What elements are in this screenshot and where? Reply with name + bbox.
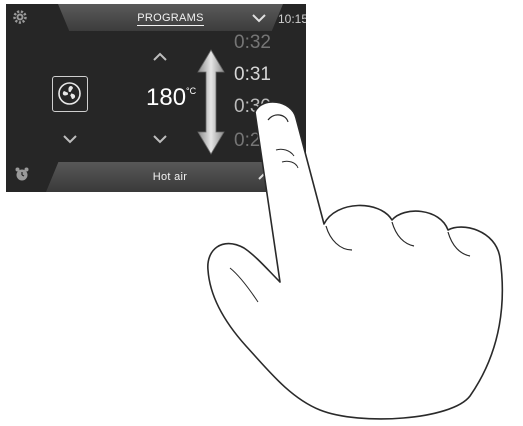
chevron-up-icon[interactable] — [258, 171, 272, 181]
temperature-value: 180 — [146, 84, 187, 111]
program-name: Hot air — [152, 171, 188, 183]
gear-icon[interactable] — [11, 8, 29, 26]
fan-mode-button[interactable] — [52, 76, 88, 112]
chevron-down-icon[interactable] — [252, 13, 266, 23]
oven-display: PROGRAMS 10:15 180°C 0:32 0:31 0:30 0:29… — [6, 4, 306, 192]
program-selector-tab[interactable]: Hot air — [46, 162, 294, 192]
timer-value-next-2: 0:29 — [234, 130, 271, 151]
double-arrow-icon — [197, 49, 225, 155]
timer-value-next: 0:30 — [234, 96, 271, 117]
timer-value: 0:31 — [234, 64, 271, 85]
timer-value-prev: 0:32 — [234, 32, 271, 53]
clock-time: 10:15 — [278, 12, 306, 26]
fan-icon — [58, 82, 81, 105]
timer-scroller[interactable]: 0:32 0:31 0:30 0:29 — [226, 32, 306, 156]
alarm-clock-icon[interactable] — [14, 166, 30, 182]
temperature-down-button[interactable] — [152, 134, 168, 144]
temperature-up-button[interactable] — [152, 52, 168, 62]
temperature-display[interactable]: 180°C — [146, 84, 196, 112]
programs-title: PROGRAMS — [137, 12, 204, 26]
fan-down-button[interactable] — [62, 134, 78, 144]
temperature-unit: °C — [186, 86, 197, 96]
programs-tab[interactable]: PROGRAMS — [58, 4, 283, 31]
